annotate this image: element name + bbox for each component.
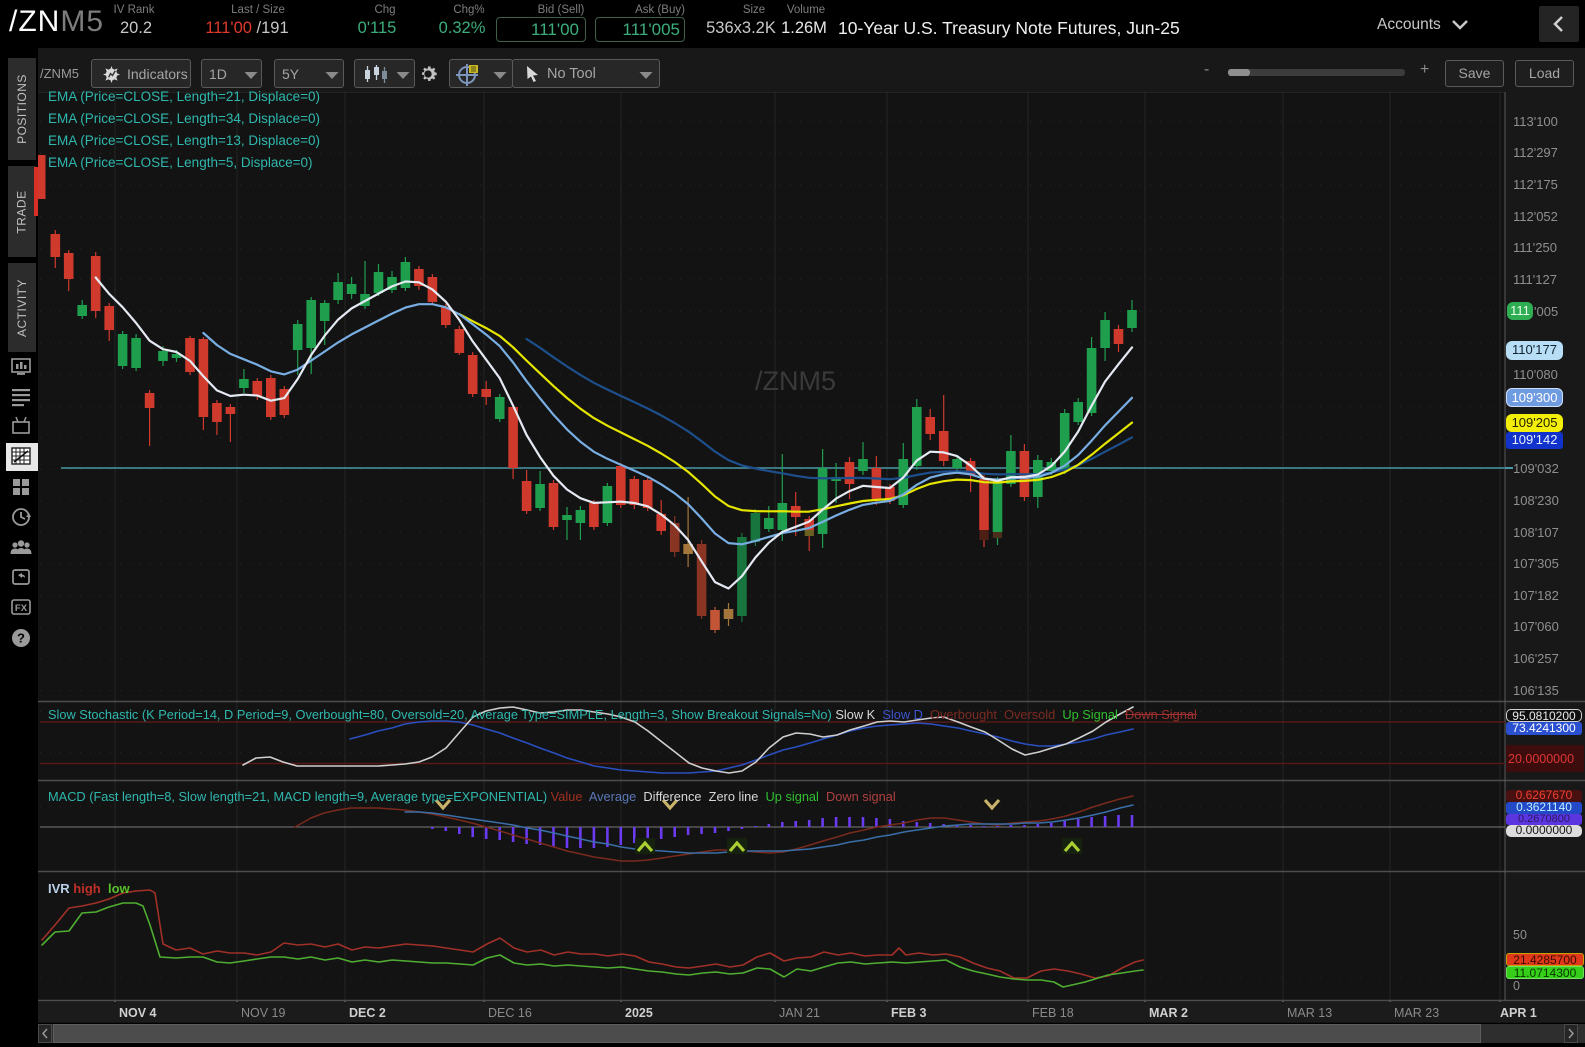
svg-text:?: ? — [17, 631, 25, 646]
svg-text:/ZNM5: /ZNM5 — [755, 366, 836, 396]
svg-text:FX: FX — [15, 603, 28, 614]
